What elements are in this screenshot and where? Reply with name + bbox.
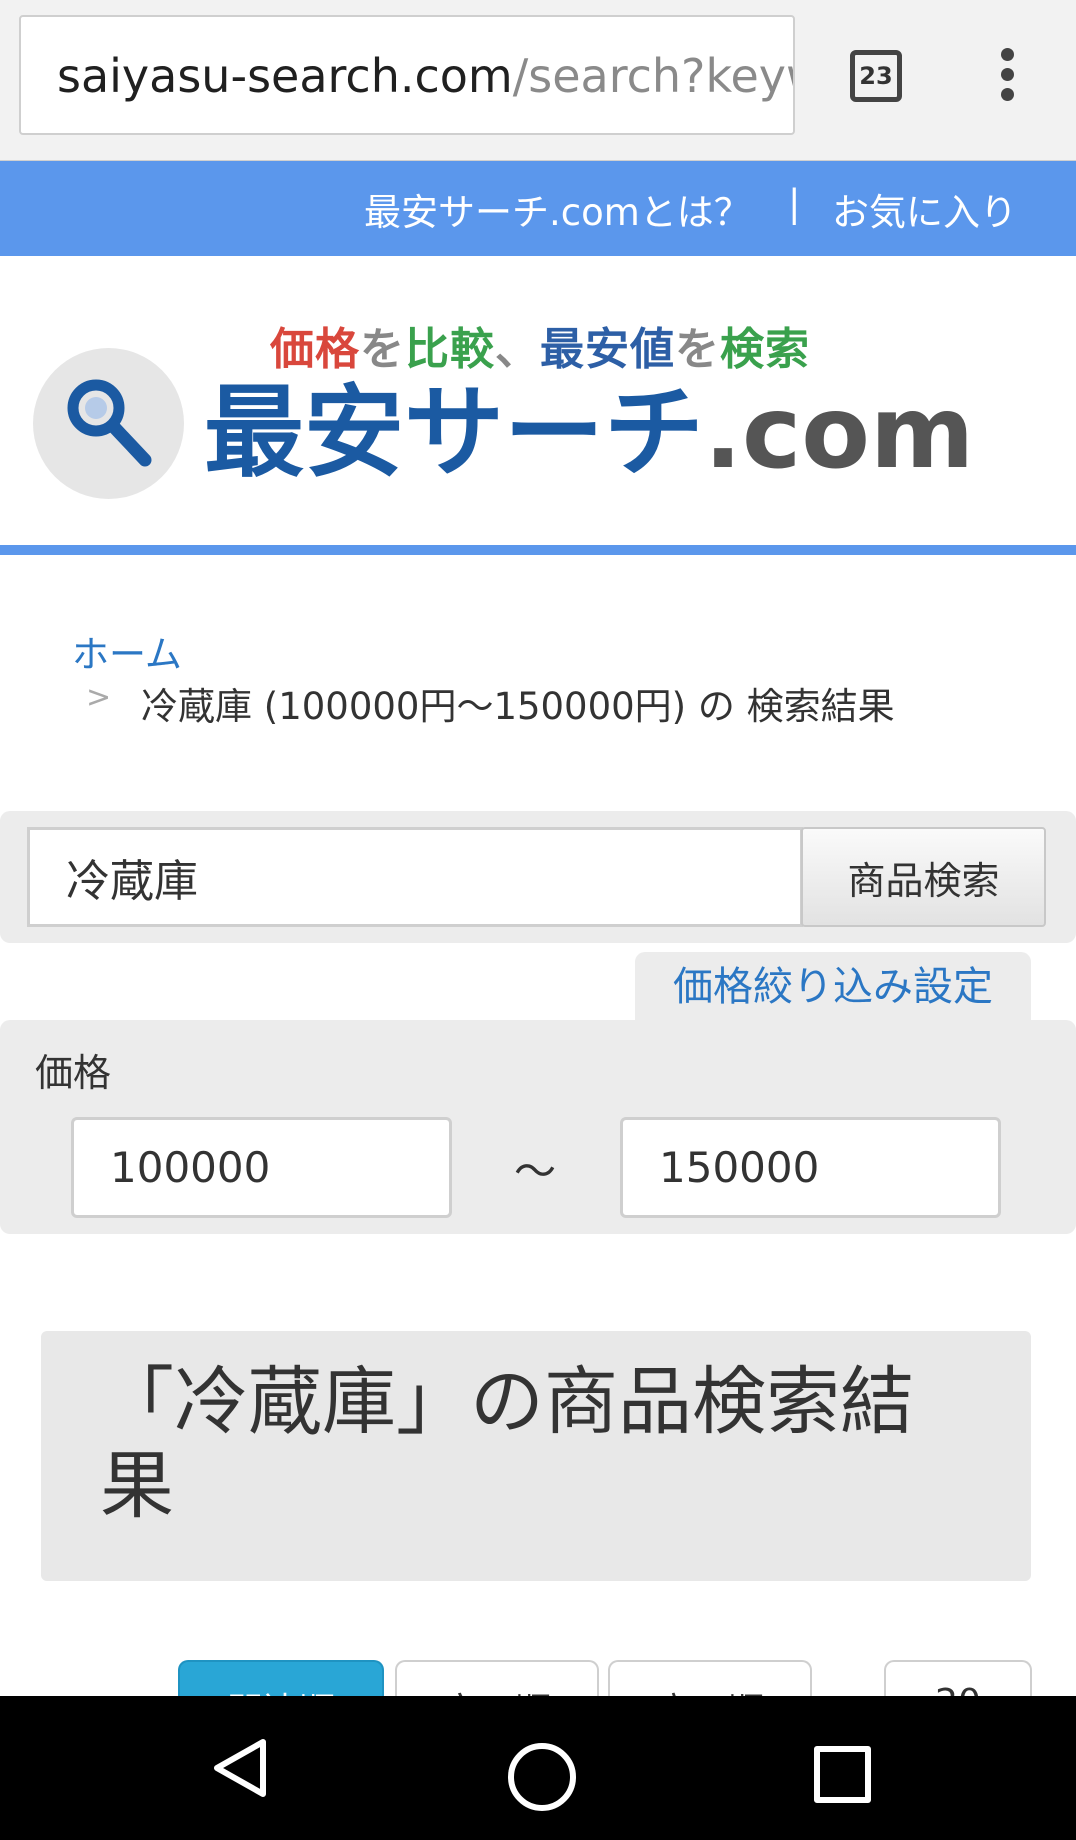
price-min-input[interactable] — [71, 1117, 452, 1218]
search-input[interactable] — [27, 827, 803, 927]
price-filter-toggle[interactable]: 価格絞り込み設定 — [635, 952, 1031, 1022]
header-divider — [0, 545, 1076, 555]
site-logo[interactable]: 最安サーチ.com — [204, 378, 974, 488]
home-icon[interactable] — [508, 1743, 576, 1811]
overflow-menu-icon[interactable] — [994, 48, 1020, 108]
price-max-input[interactable] — [620, 1117, 1001, 1218]
price-range-separator: 〜 — [514, 1147, 557, 1196]
search-logo-icon[interactable] — [33, 348, 184, 499]
tab-count: 23 — [859, 62, 893, 90]
url-text: saiyasu-search.com/search?keyw — [57, 49, 795, 103]
address-bar[interactable]: saiyasu-search.com/search?keyw — [19, 15, 795, 135]
tagline-part: を — [360, 324, 405, 375]
tagline-part: 検索 — [720, 324, 810, 375]
url-path: /search?keyw — [512, 49, 795, 103]
tagline-part: 比較 — [405, 324, 495, 375]
tagline-part: 価格 — [270, 324, 360, 375]
nav-separator: | — [788, 182, 801, 225]
tab-switcher-icon[interactable]: 23 — [850, 50, 902, 102]
logo-suffix: .com — [704, 374, 975, 491]
results-heading: 「冷蔵庫」の商品検索結果 — [100, 1359, 914, 1529]
search-button[interactable]: 商品検索 — [801, 827, 1046, 927]
recents-icon[interactable] — [814, 1746, 871, 1803]
tagline-part: 、 — [495, 324, 540, 375]
logo-name: 最安サーチ — [204, 374, 704, 491]
tagline-part: 最安値 — [540, 324, 675, 375]
url-host: saiyasu-search.com — [57, 49, 513, 103]
back-icon[interactable] — [207, 1736, 277, 1800]
breadcrumb-home-link[interactable]: ホーム — [72, 624, 182, 678]
logo-tagline: 価格を比較、最安値を検索 — [270, 313, 810, 377]
tagline-part: を — [675, 324, 720, 375]
favorites-link[interactable]: お気に入り — [832, 182, 1017, 236]
about-link[interactable]: 最安サーチ.comとは？ — [364, 182, 751, 236]
breadcrumb-arrow: > — [86, 680, 112, 715]
price-label: 価格 — [35, 1051, 112, 1095]
breadcrumb-current: 冷蔵庫 (100000円〜150000円) の 検索結果 — [141, 685, 895, 728]
